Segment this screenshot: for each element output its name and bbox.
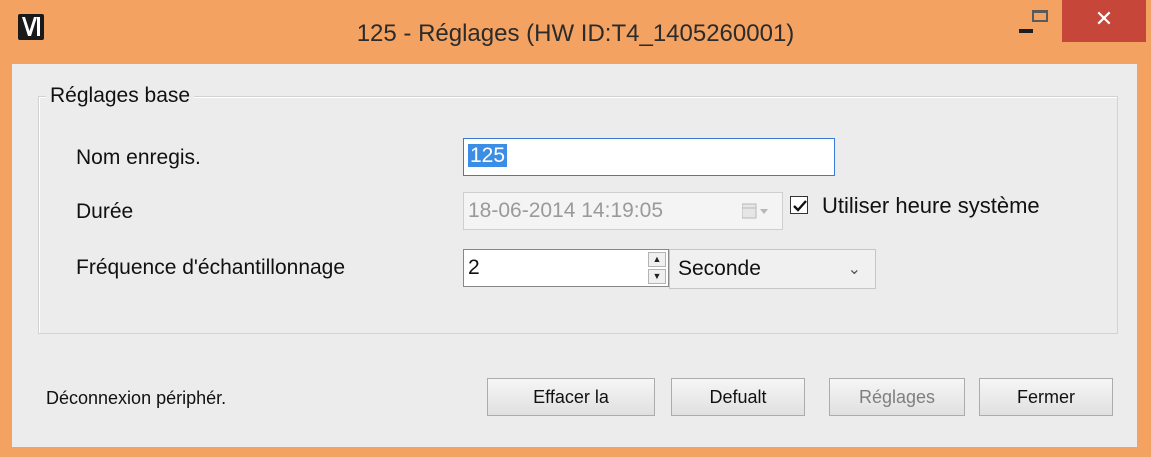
use-system-time-label[interactable]: Utiliser heure système: [822, 193, 1040, 219]
recording-name-input[interactable]: 125: [463, 138, 835, 176]
duration-value: 18-06-2014 14:19:05: [468, 199, 663, 222]
spin-buttons: ▲ ▼: [648, 252, 666, 284]
duration-datetime-picker[interactable]: 18-06-2014 14:19:05: [463, 192, 783, 230]
maximize-icon: [1032, 10, 1048, 22]
settings-button[interactable]: Réglages: [829, 378, 965, 416]
window-title: 125 - Réglages (HW ID:T4_1405260001): [356, 20, 795, 47]
title-bar[interactable]: 125 - Réglages (HW ID:T4_1405260001) ✕: [0, 0, 1151, 64]
name-label: Nom enregis.: [76, 146, 201, 169]
frequency-unit-value: Seconde: [678, 257, 761, 280]
close-icon: ✕: [1094, 7, 1114, 32]
close-button[interactable]: Fermer: [979, 378, 1113, 416]
frequency-value: 2: [468, 256, 480, 279]
duration-label: Durée: [76, 200, 134, 223]
group-title: Réglages base: [46, 84, 195, 108]
frequency-label: Fréquence d'échantillonnage: [76, 256, 346, 279]
spin-down-button[interactable]: ▼: [648, 269, 666, 284]
chevron-down-icon: ⌄: [847, 259, 861, 278]
calendar-dropdown-icon: [742, 203, 768, 219]
close-window-button[interactable]: ✕: [1062, 0, 1146, 42]
settings-window: 125 - Réglages (HW ID:T4_1405260001) ✕ R…: [0, 0, 1151, 457]
default-button[interactable]: Defualt: [671, 378, 805, 416]
checkmark-icon: [793, 200, 807, 212]
frequency-unit-select[interactable]: Seconde ⌄: [669, 249, 876, 289]
frequency-spinbox[interactable]: 2 ▲ ▼: [463, 249, 669, 287]
name-value: 125: [468, 144, 508, 167]
use-system-time-checkbox[interactable]: [790, 196, 808, 214]
status-text: Déconnexion périphér.: [46, 388, 227, 408]
dialog-client-area: Réglages base Nom enregis. 125 Durée 18-…: [12, 64, 1137, 447]
clear-button[interactable]: Effacer la: [487, 378, 655, 416]
spin-up-button[interactable]: ▲: [648, 252, 666, 267]
